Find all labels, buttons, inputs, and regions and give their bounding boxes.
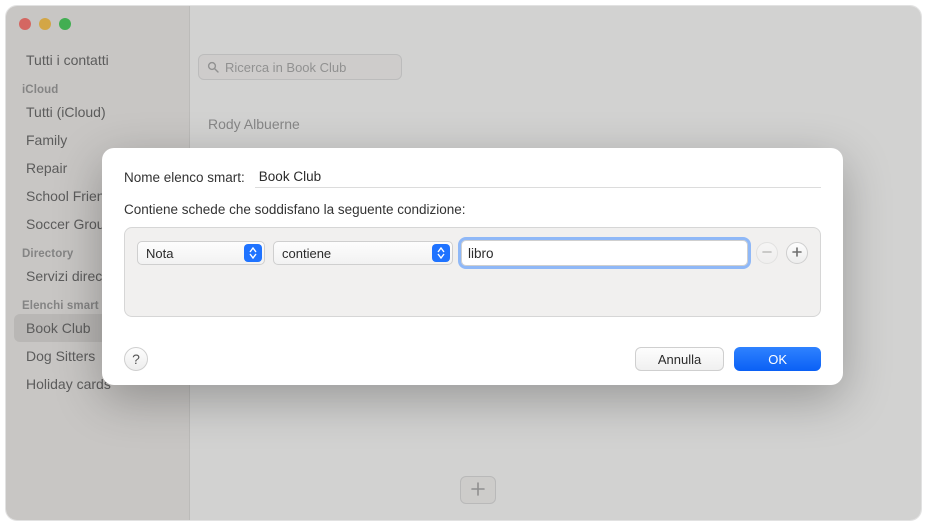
minus-icon <box>762 244 772 262</box>
help-button[interactable]: ? <box>124 347 148 371</box>
ok-button[interactable]: OK <box>734 347 821 371</box>
condition-operator-popup[interactable]: contiene <box>273 241 453 265</box>
remove-condition-button[interactable] <box>756 242 778 264</box>
dialog-subtitle: Contiene schede che soddisfano la seguen… <box>124 202 821 217</box>
add-condition-button[interactable] <box>786 242 808 264</box>
dialog-footer: ? Annulla OK <box>124 347 821 371</box>
condition-operator-value: contiene <box>282 246 331 261</box>
condition-field-value: Nota <box>146 246 173 261</box>
condition-value-input[interactable] <box>461 240 748 266</box>
smart-list-dialog: Nome elenco smart: Contiene schede che s… <box>102 148 843 385</box>
cancel-button[interactable]: Annulla <box>635 347 724 371</box>
condition-box: Nota contiene <box>124 227 821 317</box>
smart-list-name-label: Nome elenco smart: <box>124 170 245 185</box>
smart-list-name-input[interactable] <box>255 166 821 188</box>
updown-arrows-icon <box>244 244 262 262</box>
app-window: Tutti i contatti iCloud Tutti (iCloud) F… <box>5 5 922 521</box>
updown-arrows-icon <box>432 244 450 262</box>
plus-icon <box>792 244 802 262</box>
condition-field-popup[interactable]: Nota <box>137 241 265 265</box>
